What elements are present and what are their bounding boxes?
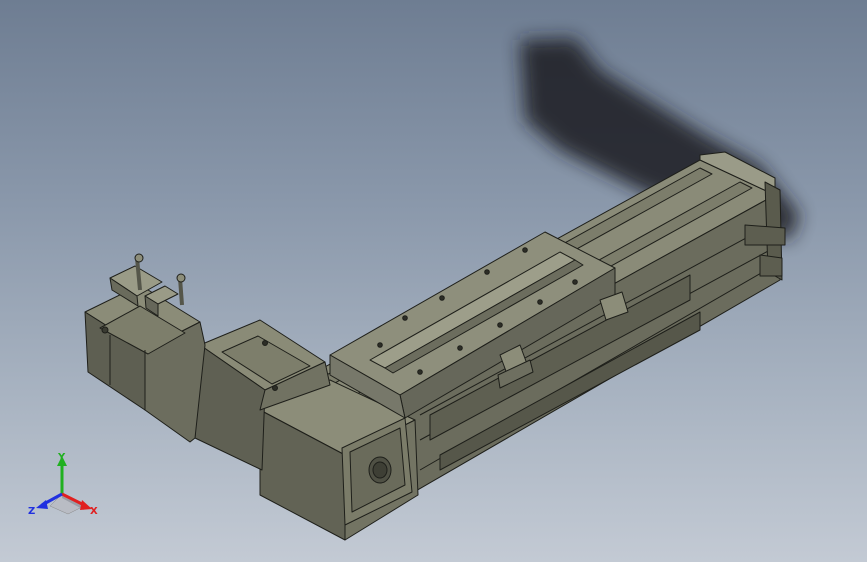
axis-triad[interactable]: Y X Z: [28, 448, 104, 524]
linear-module-model[interactable]: [0, 0, 867, 562]
motor-body[interactable]: [84, 284, 206, 443]
y-axis-label: Y: [57, 452, 66, 463]
z-axis-label: Z: [28, 506, 35, 517]
x-axis-label: X: [90, 506, 98, 517]
graphics-viewport[interactable]: Y X Z: [0, 0, 867, 562]
